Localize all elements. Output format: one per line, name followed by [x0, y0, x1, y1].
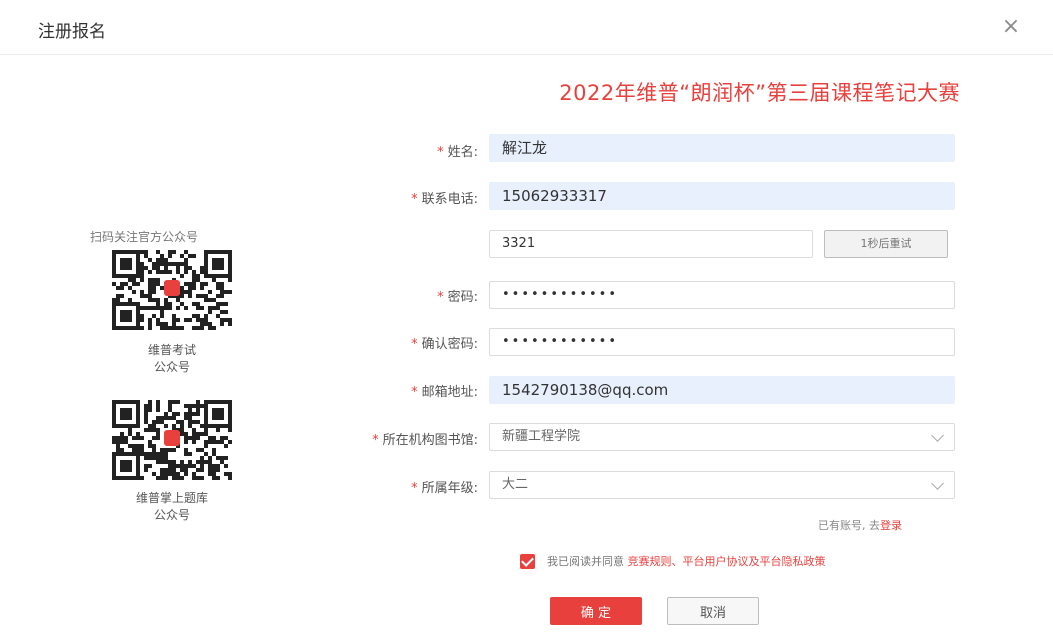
confirm-password-label: * 确认密码: [411, 337, 478, 352]
name-label: * 姓名: [437, 145, 478, 160]
agree-checkbox[interactable] [520, 553, 535, 569]
cancel-button[interactable]: 取消 [667, 597, 759, 625]
grade-value: 大二 [502, 477, 529, 492]
chevron-down-icon [931, 429, 944, 442]
required-mark: * [372, 433, 379, 448]
password-label: * 密码: [437, 290, 478, 305]
qr-caption-exam-line2: 公众号 [153, 360, 190, 374]
required-mark: * [437, 290, 444, 305]
email-field[interactable]: 1542790138@qq.com [489, 376, 955, 404]
required-mark: * [437, 145, 444, 160]
qr-code-exam [112, 250, 232, 330]
agreement-text: 我已阅读并同意 [547, 555, 624, 568]
contest-title: 2022年维普“朗润杯”第三届课程笔记大赛 [559, 81, 960, 105]
qr-caption-exam-line1: 维普考试 [147, 343, 196, 357]
chevron-down-icon [931, 477, 944, 490]
login-link[interactable]: 登录 [880, 519, 902, 532]
email-label: * 邮箱地址: [411, 385, 478, 400]
resend-code-button[interactable]: 1秒后重试 [824, 230, 948, 258]
dialog-title: 注册报名 [38, 22, 106, 42]
qr-code-questionbank [112, 400, 232, 480]
phone-label: * 联系电话: [411, 192, 478, 207]
institution-value: 新疆工程学院 [502, 429, 581, 444]
institution-label: * 所在机构图书馆: [372, 433, 478, 448]
phone-field[interactable]: 15062933317 [489, 182, 955, 210]
required-mark: * [411, 385, 418, 400]
qr-heading: 扫码关注官方公众号 [90, 230, 199, 244]
qr-caption-questionbank: 维普掌上题库 公众号 [102, 490, 242, 524]
qr-caption-questionbank-line2: 公众号 [153, 508, 190, 522]
name-field[interactable]: 解江龙 [489, 134, 955, 162]
password-field[interactable]: •••••••••••• [489, 281, 955, 309]
agreement-row: 我已阅读并同意 竞赛规则、平台用户协议及平台隐私政策 [520, 553, 826, 569]
qr-caption-exam: 维普考试 公众号 [102, 342, 242, 376]
agreement-link[interactable]: 竞赛规则、平台用户协议及平台隐私政策 [628, 555, 826, 568]
grade-select[interactable]: 大二 [489, 471, 955, 499]
required-mark: * [411, 192, 418, 207]
grade-label: * 所属年级: [411, 481, 478, 496]
close-icon[interactable]: × [1000, 16, 1022, 38]
required-mark: * [411, 337, 418, 352]
sms-code-field[interactable]: 3321 [489, 230, 813, 258]
login-hint-text: 已有账号, 去 [818, 519, 880, 532]
qr-caption-questionbank-line1: 维普掌上题库 [135, 491, 208, 505]
required-mark: * [411, 481, 418, 496]
confirm-button[interactable]: 确 定 [550, 597, 642, 625]
dialog-header: 注册报名 × [0, 0, 1053, 55]
login-hint: 已有账号, 去登录 [818, 517, 902, 533]
confirm-password-field[interactable]: •••••••••••• [489, 328, 955, 356]
institution-select[interactable]: 新疆工程学院 [489, 423, 955, 451]
